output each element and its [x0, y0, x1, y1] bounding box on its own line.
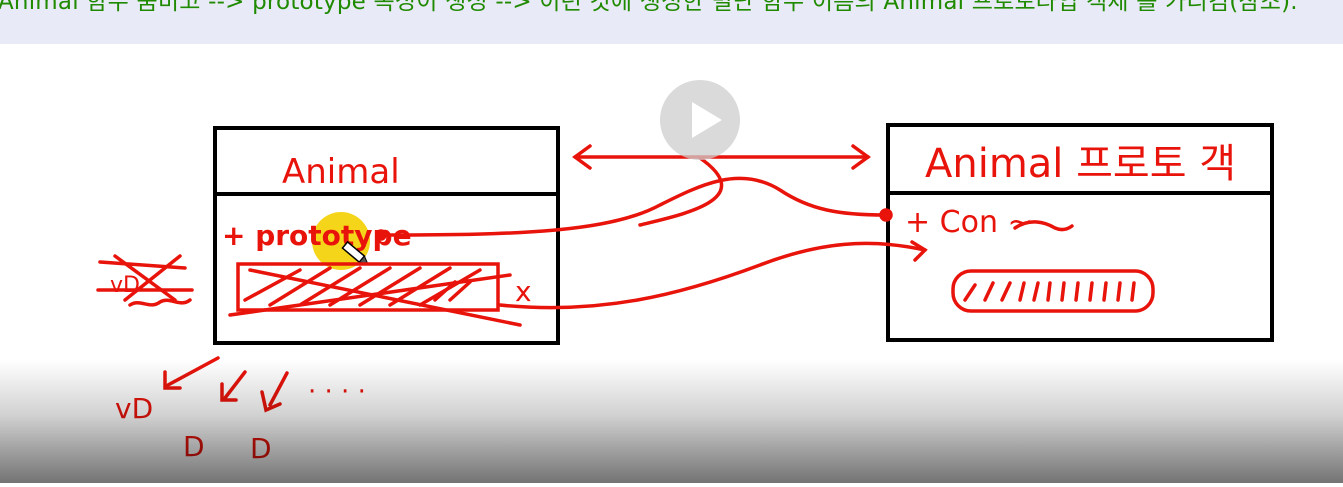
side-scribble: vD: [110, 273, 140, 298]
caption-text: Animal 함수 줌비고 --> prototype 속성이 생성 --> 이…: [0, 0, 1298, 15]
crossed-mark: x: [515, 275, 532, 308]
left-box-title: Animal: [282, 152, 400, 192]
right-box-title: Animal 프로토 객: [925, 141, 1236, 187]
play-button[interactable]: [660, 80, 740, 160]
constructor-property: + Con ~: [905, 205, 1033, 240]
caption-bar: Animal 함수 줌비고 --> prototype 속성이 생성 --> 이…: [0, 0, 1343, 44]
play-icon: [692, 102, 722, 138]
instance-1: vD: [115, 392, 153, 425]
instance-2: D: [183, 430, 205, 463]
instance-3: D: [250, 432, 272, 465]
instances-ellipsis: · · · ·: [308, 377, 366, 407]
